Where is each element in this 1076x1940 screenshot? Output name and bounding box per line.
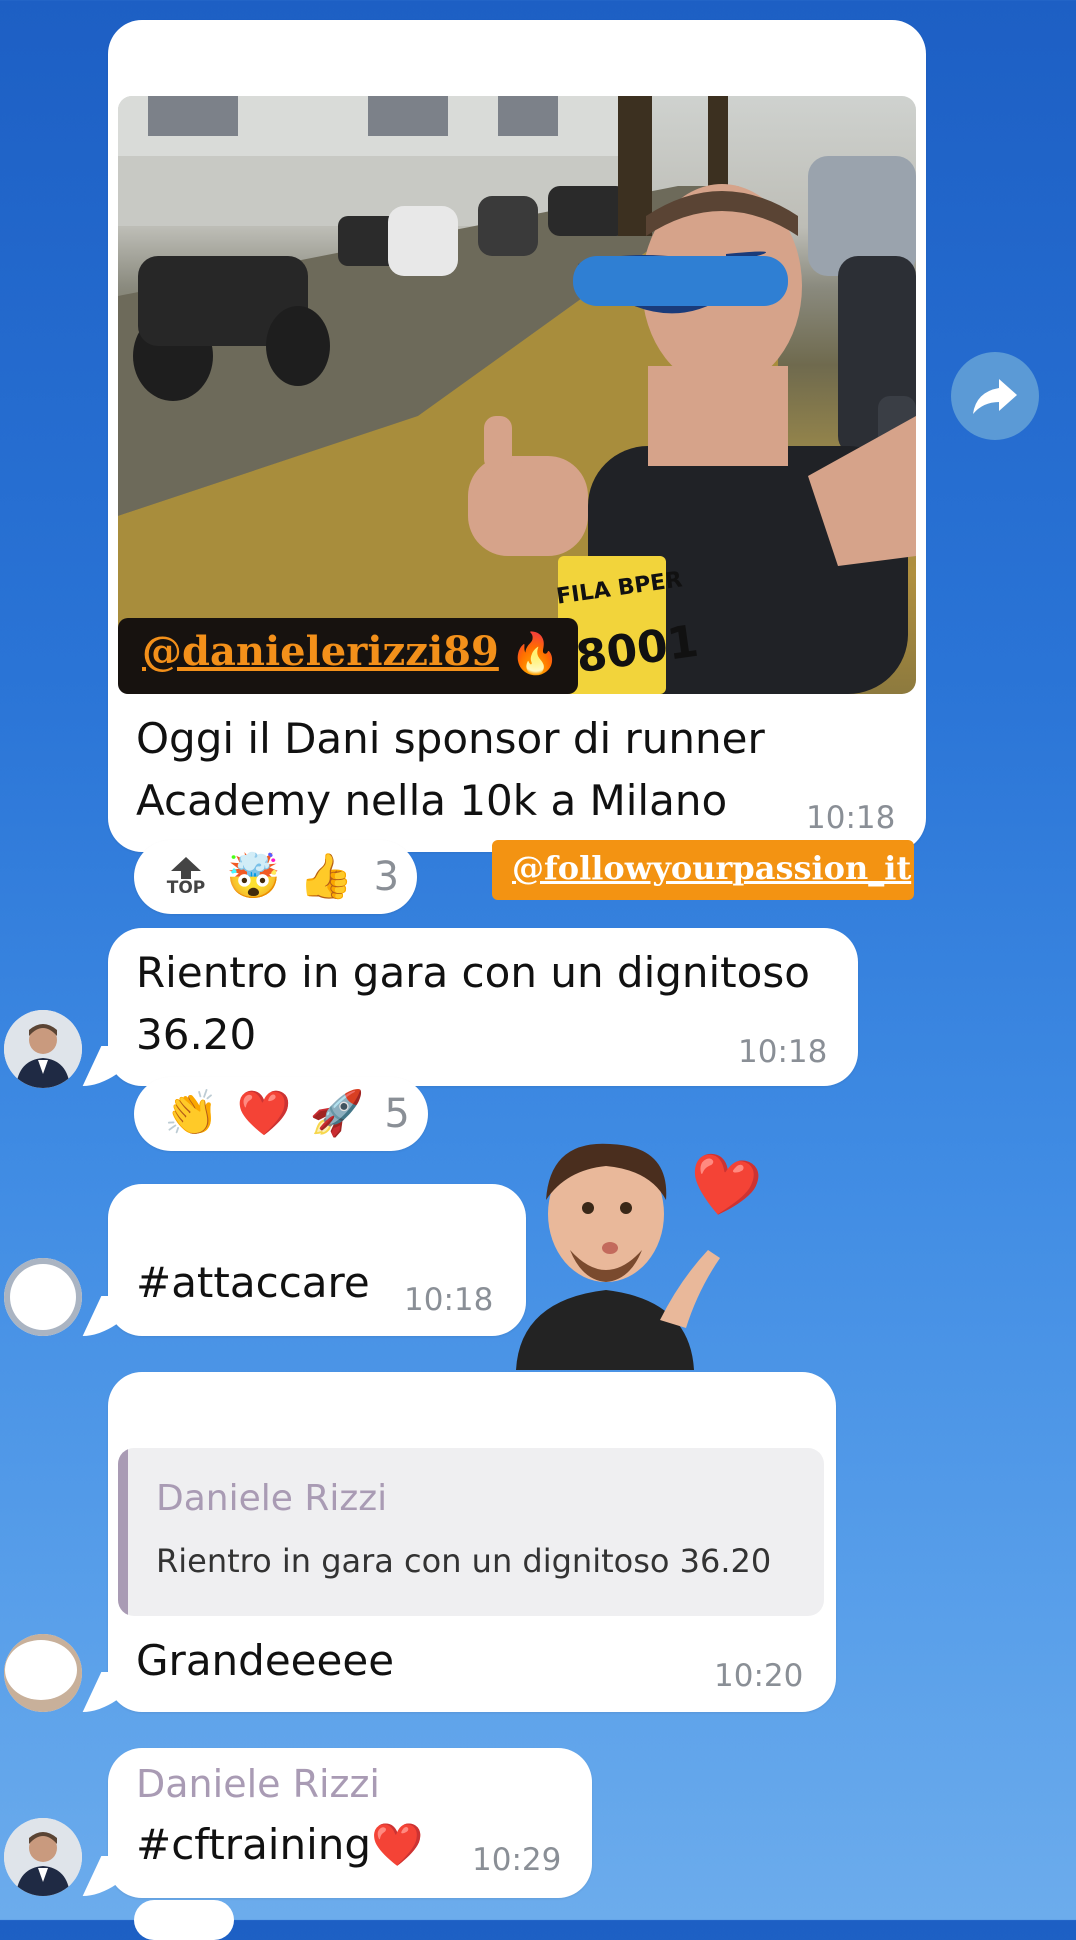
reaction-count: 5 [384, 1091, 410, 1137]
sender-avatar[interactable] [4, 1634, 82, 1712]
reactions-bar[interactable]: 👏 ❤️ 🚀 5 [134, 1077, 428, 1151]
thumbs-up-reaction[interactable]: 👍 [299, 855, 354, 899]
message-text: Grandeeeee [136, 1636, 395, 1685]
rocket-reaction[interactable]: 🚀 [310, 1092, 365, 1136]
message-hashtag[interactable]: #cftraining [136, 1820, 371, 1869]
photo-handle-overlay: @danielerizzi89 🔥 [118, 618, 578, 694]
follow-tag-text: @followyourpassion_it [512, 849, 912, 887]
quote-text: Rientro in gara con un dignitoso 36.20 [156, 1542, 772, 1580]
follow-tag-overlay: @followyourpassion_it [492, 840, 914, 900]
message-text: #cftraining❤️ [136, 1814, 423, 1876]
message-text: #attaccare [136, 1258, 370, 1307]
partial-reactions-bar[interactable] [134, 1900, 234, 1940]
sender-name[interactable]: Daniele Rizzi [136, 1762, 380, 1806]
top-reaction[interactable]: TOP [164, 857, 208, 897]
clapping-reaction[interactable]: 👏 [164, 1092, 219, 1136]
heart-emoji: ❤️ [371, 1820, 424, 1869]
message-time: 10:18 [404, 1282, 494, 1318]
photo-attachment[interactable]: FILA BPER 8001 [118, 96, 916, 694]
message-time: 10:20 [714, 1658, 804, 1694]
person-avatar-icon [4, 1010, 82, 1088]
forward-arrow-icon [973, 379, 1017, 414]
quote-author: Daniele Rizzi [156, 1478, 388, 1519]
message-text: Rientro in gara con un dignitoso 36.20 [136, 948, 810, 1059]
hidden-avatar-icon [4, 1258, 82, 1336]
arrow-up-icon [171, 857, 201, 879]
exploding-head-reaction[interactable]: 🤯 [226, 855, 281, 899]
message-time: 10:18 [806, 800, 896, 836]
message-text: Oggi il Dani sponsor di runner Academy n… [136, 714, 765, 825]
sticker-heart-icon: ❤️ [681, 1145, 767, 1227]
reactions-bar[interactable]: TOP 🤯 👍 3 [134, 840, 418, 914]
heart-reaction[interactable]: ❤️ [237, 1092, 292, 1136]
overlay-handle-text: @danielerizzi89 [142, 628, 499, 675]
message-time: 10:18 [738, 1034, 828, 1070]
quote-accent-bar [118, 1448, 128, 1616]
top-label: TOP [166, 878, 206, 898]
memoji-sticker[interactable]: ❤️ [510, 1130, 770, 1370]
message-time: 10:29 [472, 1842, 562, 1878]
share-button[interactable] [951, 352, 1039, 440]
hidden-avatar-icon [4, 1634, 82, 1712]
sender-avatar[interactable] [4, 1258, 82, 1336]
quoted-message[interactable]: Daniele Rizzi Rientro in gara con un dig… [118, 1448, 824, 1616]
sender-avatar[interactable] [4, 1818, 82, 1896]
person-avatar-icon [4, 1818, 82, 1896]
fire-icon: 🔥 [510, 631, 560, 677]
sender-avatar[interactable] [4, 1010, 82, 1088]
reaction-count: 3 [373, 854, 400, 900]
